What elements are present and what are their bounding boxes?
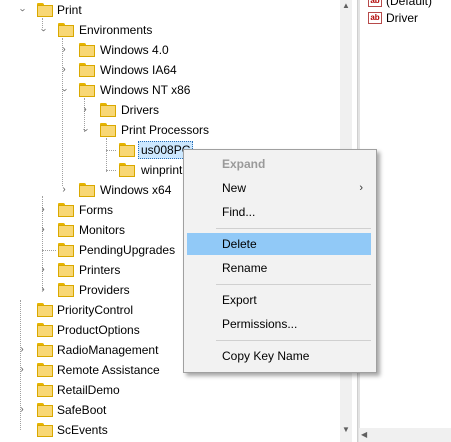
folder-icon [58, 243, 74, 257]
tree-node-label: Windows NT x86 [100, 83, 191, 97]
menu-item-new[interactable]: New › [187, 177, 371, 199]
chevron-right-icon[interactable]: › [17, 404, 27, 416]
chevron-right-icon[interactable]: › [80, 104, 90, 116]
scroll-down-arrow-icon[interactable]: ▼ [340, 424, 352, 436]
menu-item-label: Find... [222, 205, 256, 219]
menu-separator [216, 284, 371, 285]
chevron-right-icon[interactable]: › [59, 64, 69, 76]
folder-icon [37, 403, 53, 417]
chevron-right-icon[interactable]: › [59, 184, 69, 196]
scroll-left-arrow-icon[interactable]: ◀ [361, 428, 373, 442]
chevron-right-icon[interactable]: › [17, 364, 27, 376]
chevron-right-icon[interactable]: › [17, 344, 27, 356]
tree-node-label: Forms [79, 203, 113, 217]
folder-icon [37, 383, 53, 397]
chevron-right-icon[interactable]: › [38, 224, 48, 236]
tree-node-label: Print [57, 3, 82, 17]
menu-item-rename[interactable]: Rename [187, 257, 371, 279]
menu-item-label: Expand [222, 157, 266, 171]
menu-item-label: New [222, 181, 247, 195]
menu-item-find[interactable]: Find... [187, 201, 371, 223]
tree-node-label: Windows 4.0 [100, 43, 169, 57]
menu-separator [216, 228, 371, 229]
menu-item-permissions[interactable]: Permissions... [187, 313, 371, 335]
tree-node-label: Providers [79, 283, 130, 297]
tree-node-label: RetailDemo [57, 383, 120, 397]
folder-icon [58, 263, 74, 277]
menu-item-label: Copy Key Name [222, 349, 310, 363]
menu-item-label: Permissions... [222, 317, 298, 331]
tree-node-windows-4-0[interactable]: › Windows 4.0 [0, 40, 330, 60]
folder-icon [100, 103, 116, 117]
folder-icon [79, 83, 95, 97]
tree-node-label: PendingUpgrades [79, 243, 176, 257]
folder-icon [37, 323, 53, 337]
folder-icon [37, 343, 53, 357]
tree-node-windows-nt-x86[interactable]: › Windows NT x86 [0, 80, 330, 100]
tree-node-windows-ia64[interactable]: › Windows IA64 [0, 60, 330, 80]
chevron-down-icon[interactable]: › [58, 85, 70, 95]
menu-item-label: Delete [222, 237, 257, 251]
tree-node-label: SafeBoot [57, 403, 107, 417]
folder-icon [79, 43, 95, 57]
folder-icon [37, 3, 53, 17]
folder-icon [37, 423, 53, 437]
folder-icon [100, 123, 116, 137]
tree-node-label: RadioManagement [57, 343, 159, 357]
tree-node-scevents[interactable]: ScEvents [0, 420, 330, 440]
chevron-right-icon[interactable]: › [38, 284, 48, 296]
tree-node-retaildemo[interactable]: RetailDemo [0, 380, 330, 400]
menu-item-copy-key-name[interactable]: Copy Key Name [187, 345, 371, 367]
tree-node-safeboot[interactable]: › SafeBoot [0, 400, 330, 420]
folder-icon [58, 23, 74, 37]
ab-string-icon: ab [368, 0, 382, 7]
tree-node-print[interactable]: › Print [0, 0, 330, 20]
menu-item-label: Export [222, 293, 257, 307]
menu-item-delete[interactable]: Delete [187, 233, 371, 255]
context-menu: Expand New › Find... Delete Rename Expor… [183, 149, 377, 373]
chevron-right-icon[interactable]: › [38, 264, 48, 276]
tree-node-label: Remote Assistance [57, 363, 160, 377]
chevron-down-icon[interactable]: › [37, 25, 49, 35]
tree-node-environments[interactable]: › Environments [0, 20, 330, 40]
menu-item-export[interactable]: Export [187, 289, 371, 311]
ab-string-icon: ab [368, 12, 382, 24]
submenu-arrow-icon: › [359, 182, 363, 194]
folder-icon [37, 303, 53, 317]
chevron-down-icon[interactable]: › [16, 5, 28, 15]
tree-node-drivers[interactable]: › Drivers [0, 100, 330, 120]
value-name: Driver [386, 11, 418, 25]
scroll-up-arrow-icon[interactable]: ▲ [340, 0, 352, 12]
value-row-default[interactable]: ab (Default) [368, 0, 432, 8]
tree-node-label: ProductOptions [57, 323, 140, 337]
tree-node-label: Windows IA64 [100, 63, 177, 77]
tree-node-label: Print Processors [121, 123, 210, 137]
folder-icon [58, 223, 74, 237]
chevron-right-icon[interactable]: › [38, 204, 48, 216]
value-name: (Default) [386, 0, 433, 8]
chevron-down-icon[interactable]: › [79, 125, 91, 135]
menu-separator [216, 340, 371, 341]
folder-icon [37, 363, 53, 377]
tree-node-label: PriorityControl [57, 303, 134, 317]
folder-icon [119, 163, 135, 177]
tree-node-print-processors[interactable]: › Print Processors [0, 120, 330, 140]
chevron-right-icon[interactable]: › [59, 44, 69, 56]
folder-icon [58, 283, 74, 297]
tree-node-label: Monitors [79, 223, 126, 237]
menu-item-expand[interactable]: Expand [187, 153, 371, 175]
tree-node-label: Drivers [121, 103, 159, 117]
folder-icon [79, 63, 95, 77]
values-horizontal-scrollbar[interactable]: ◀ [359, 428, 451, 442]
value-row-driver[interactable]: ab Driver [368, 11, 418, 25]
tree-node-label: Environments [79, 23, 153, 37]
tree-node-label: Windows x64 [100, 183, 172, 197]
tree-node-label: winprint [141, 163, 183, 177]
menu-item-label: Rename [222, 261, 268, 275]
tree-node-label: Printers [79, 263, 121, 277]
folder-icon [58, 203, 74, 217]
folder-icon [119, 143, 135, 157]
folder-icon [79, 183, 95, 197]
tree-node-label: ScEvents [57, 423, 108, 437]
